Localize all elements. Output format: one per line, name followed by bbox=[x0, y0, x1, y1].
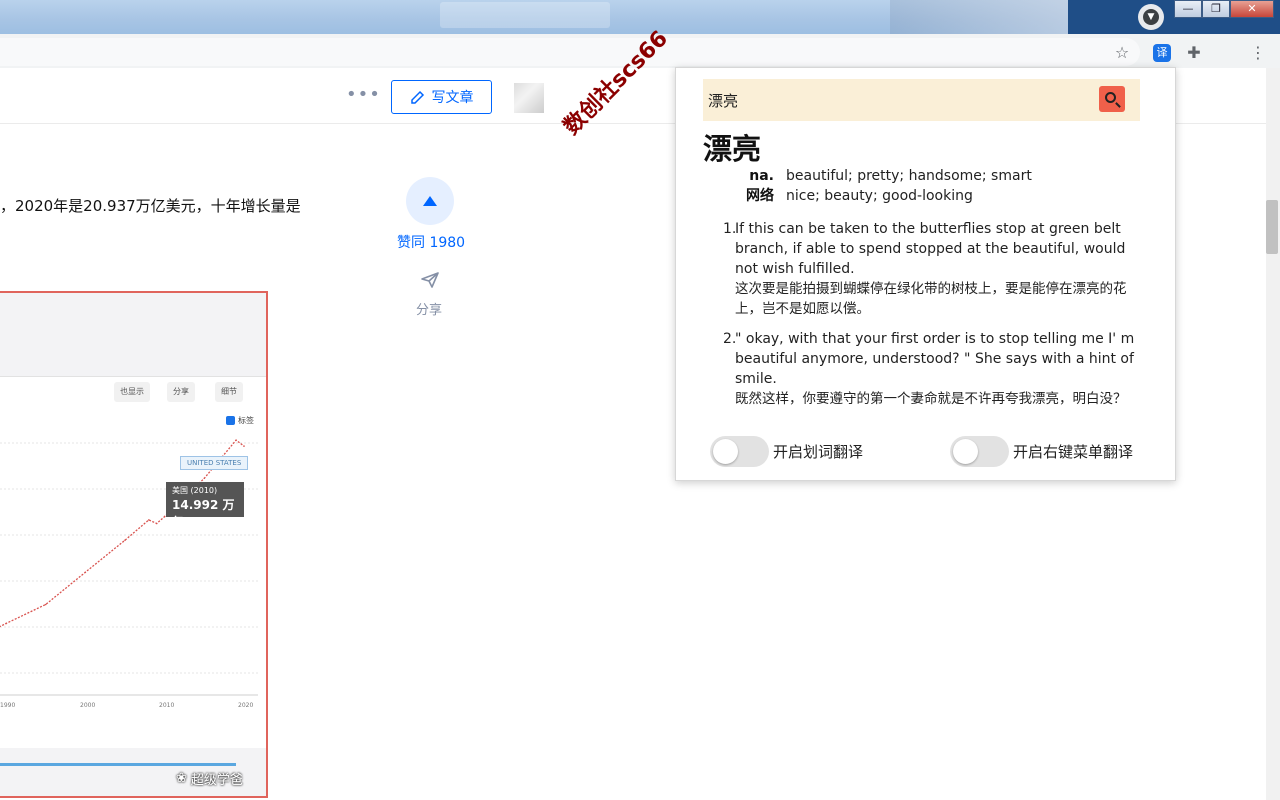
x-tick-2020: 2020 bbox=[238, 702, 254, 709]
scrollbar-thumb[interactable] bbox=[1266, 200, 1278, 254]
data-point bbox=[203, 477, 206, 480]
part-of-speech: 网络 bbox=[746, 188, 774, 204]
definitions: na. beautiful; pretty; handsome; smart 网… bbox=[731, 166, 1032, 206]
address-bar[interactable] bbox=[0, 38, 1140, 66]
slider-track bbox=[0, 763, 236, 766]
translate-input[interactable] bbox=[708, 91, 1088, 109]
translation-popup: 漂亮 na. beautiful; pretty; handsome; smar… bbox=[675, 67, 1176, 481]
page-scrollbar[interactable] bbox=[1266, 68, 1280, 800]
data-point bbox=[84, 571, 87, 574]
star-icon[interactable]: ☆ bbox=[1110, 41, 1134, 65]
upvote-count[interactable]: 赞同 1980 bbox=[397, 232, 465, 252]
x-tick-1990: 1990 bbox=[0, 702, 16, 709]
example-chinese: 这次要是能拍摄到蝴蝶停在绿化带的树枝上，要是能停在漂亮的花上，岂不是如愿以偿。 bbox=[735, 281, 1127, 317]
tooltip-value: 14.992 万亿 bbox=[172, 498, 235, 529]
close-button[interactable]: ✕ bbox=[1230, 0, 1274, 18]
data-point bbox=[44, 603, 47, 606]
write-article-button[interactable]: 写文章 bbox=[391, 80, 492, 114]
wechat-icon: ❀ bbox=[176, 771, 187, 786]
blurred-background bbox=[890, 0, 1070, 34]
chevron-down-icon: ▼ bbox=[1143, 9, 1159, 25]
translate-search-bar bbox=[703, 79, 1140, 121]
data-point bbox=[5, 622, 7, 625]
kebab-icon[interactable]: ⋮ bbox=[1246, 41, 1270, 65]
data-point bbox=[124, 539, 126, 541]
arrow-up-icon bbox=[423, 196, 437, 206]
definition-row: 网络 nice; beauty; good-looking bbox=[731, 186, 1032, 206]
more-icon[interactable]: ••• bbox=[346, 84, 381, 105]
wechat-caption: ❀ 超级学爸 bbox=[176, 769, 243, 788]
context-translate-label: 开启右键菜单翻译 bbox=[1013, 443, 1134, 461]
example-english: " okay, with that your first order is to… bbox=[735, 331, 1135, 387]
search-icon bbox=[1104, 91, 1116, 103]
select-translate-label: 开启划词翻译 bbox=[773, 443, 864, 461]
upvote-button[interactable] bbox=[406, 177, 454, 225]
tooltip-title: 美国 (2010) bbox=[172, 486, 218, 495]
series-tag: UNITED STATES bbox=[180, 456, 249, 470]
caption-text: 超级学爸 bbox=[190, 773, 243, 788]
definition-row: na. beautiful; pretty; handsome; smart bbox=[731, 166, 1032, 186]
data-point bbox=[155, 522, 158, 525]
window-titlebar: ▼ — ❐ ✕ bbox=[0, 0, 1280, 34]
write-article-label: 写文章 bbox=[431, 90, 474, 106]
chart-tooltip: 美国 (2010) 14.992 万亿 bbox=[166, 482, 244, 529]
example-number: 2. bbox=[723, 331, 737, 347]
toggle-context-translate: 开启右键菜单翻译 bbox=[950, 436, 1133, 467]
window-controls: — ❐ ✕ bbox=[1174, 0, 1274, 18]
blurred-tab bbox=[440, 2, 610, 28]
puzzle-icon[interactable]: ✚ bbox=[1182, 41, 1206, 65]
definition-text: nice; beauty; good-looking bbox=[786, 188, 973, 204]
edit-icon bbox=[410, 90, 424, 104]
context-translate-switch[interactable] bbox=[950, 436, 1009, 467]
example-number: 1. bbox=[723, 221, 737, 237]
avatar[interactable] bbox=[514, 83, 544, 113]
profile-button[interactable]: ▼ bbox=[1138, 4, 1164, 30]
example-item: 1. If this can be taken to the butterfli… bbox=[723, 219, 1143, 319]
send-icon[interactable] bbox=[421, 272, 439, 292]
definition-text: beautiful; pretty; handsome; smart bbox=[786, 168, 1032, 184]
headword: 漂亮 bbox=[703, 132, 762, 166]
article-paragraph: ，2020年是20.937万亿美元，十年增长量是 bbox=[0, 197, 301, 215]
example-sentences: 1. If this can be taken to the butterfli… bbox=[723, 219, 1143, 419]
x-tick-2010: 2010 bbox=[159, 702, 175, 709]
data-point bbox=[243, 445, 245, 447]
share-chip: 分享 bbox=[167, 382, 195, 402]
example-item: 2. " okay, with that your first order is… bbox=[723, 329, 1143, 409]
minimize-button[interactable]: — bbox=[1174, 0, 1202, 18]
search-button[interactable] bbox=[1099, 86, 1125, 112]
example-chinese: 既然这样，你要遵守的第一个妻命就是不许再夸我漂亮，明白没？ bbox=[735, 391, 1127, 407]
x-tick-2000: 2000 bbox=[80, 702, 96, 709]
translate-icon[interactable]: 译 bbox=[1153, 44, 1171, 62]
series-line-united-states bbox=[0, 439, 245, 628]
chart-header bbox=[0, 293, 266, 377]
chart-image: 也显示 分享 细节 标签 UNITED STATES 美国 (2010) 14.… bbox=[0, 291, 268, 798]
data-point bbox=[148, 519, 150, 521]
example-english: If this can be taken to the butterflies … bbox=[735, 221, 1126, 277]
share-label[interactable]: 分享 bbox=[416, 299, 442, 318]
show-also-chip: 也显示 bbox=[114, 382, 150, 402]
part-of-speech: na. bbox=[749, 168, 774, 184]
data-point bbox=[235, 439, 237, 441]
select-translate-switch[interactable] bbox=[710, 436, 769, 467]
maximize-button[interactable]: ❐ bbox=[1202, 0, 1230, 18]
toggle-select-translate: 开启划词翻译 bbox=[710, 436, 863, 467]
details-chip: 细节 bbox=[215, 382, 243, 402]
